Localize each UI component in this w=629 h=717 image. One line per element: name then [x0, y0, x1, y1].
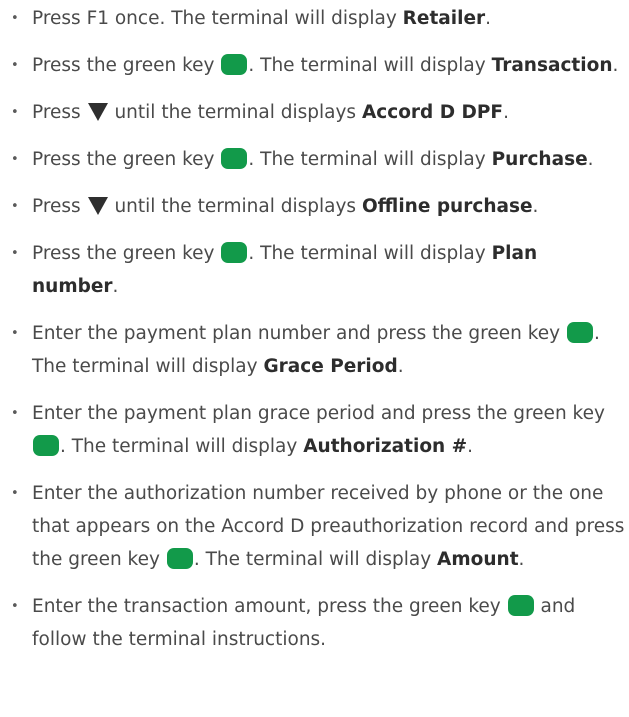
down-arrow-icon: [87, 103, 108, 121]
step-text: Press: [32, 102, 87, 123]
step-text: Press: [32, 196, 87, 217]
step-text: . The terminal will display: [60, 436, 304, 457]
display-label: Transaction: [491, 55, 613, 76]
step-text: Enter the transaction amount, press the …: [32, 596, 507, 617]
green-key-icon: [221, 242, 248, 263]
green-key-icon: [507, 595, 534, 616]
step-text: .: [518, 549, 525, 570]
instruction-step: Press the green key . The terminal will …: [0, 49, 629, 82]
display-label: Retailer: [402, 8, 486, 29]
down-arrow-icon: [87, 197, 108, 215]
step-text: . The terminal will display: [248, 243, 492, 264]
display-label: Grace Period: [263, 356, 398, 377]
display-label: Purchase: [491, 149, 588, 170]
display-label: Authorization #: [303, 436, 468, 457]
instruction-step: Enter the authorization number received …: [0, 477, 629, 576]
green-key-icon: [166, 548, 193, 569]
instruction-step: Press until the terminal displays Accord…: [0, 96, 629, 129]
step-text: . The terminal will display: [193, 549, 438, 570]
step-text: Press the green key: [32, 55, 221, 76]
instruction-step: Press F1 once. The terminal will display…: [0, 2, 629, 35]
step-text: .: [503, 102, 509, 123]
display-label: Offline purchase: [361, 196, 533, 217]
step-text: until the terminal displays: [108, 102, 362, 123]
step-text: .: [587, 149, 594, 170]
step-text: Press the green key: [32, 243, 221, 264]
step-text: .: [397, 356, 404, 377]
instruction-list: Press F1 once. The terminal will display…: [0, 2, 629, 656]
green-key-icon: [566, 322, 593, 343]
step-text: .: [612, 55, 619, 76]
instruction-step: Enter the payment plan grace period and …: [0, 397, 629, 463]
step-text: . The terminal will display: [248, 55, 492, 76]
instruction-step: Enter the transaction amount, press the …: [0, 590, 629, 656]
instruction-step: Enter the payment plan number and press …: [0, 317, 629, 383]
step-text: until the terminal displays: [108, 196, 362, 217]
step-text: Press F1 once. The terminal will display: [32, 8, 403, 29]
step-text: Press the green key: [32, 149, 221, 170]
step-text: . The terminal will display: [248, 149, 492, 170]
step-text: .: [112, 276, 119, 297]
green-key-icon: [221, 54, 248, 75]
step-text: .: [485, 8, 492, 29]
instruction-step: Press the green key . The terminal will …: [0, 143, 629, 176]
green-key-icon: [221, 148, 248, 169]
instruction-step: Press the green key . The terminal will …: [0, 237, 629, 303]
step-text: .: [467, 436, 474, 457]
green-key-icon: [33, 435, 59, 456]
display-label: Amount: [437, 549, 519, 570]
instruction-step: Press until the terminal displays Offlin…: [0, 190, 629, 223]
step-text: Enter the payment plan number and press …: [32, 323, 566, 344]
display-label: Accord D DPF: [361, 102, 504, 123]
step-text: Enter the payment plan grace period and …: [32, 403, 611, 424]
step-text: .: [532, 196, 539, 217]
